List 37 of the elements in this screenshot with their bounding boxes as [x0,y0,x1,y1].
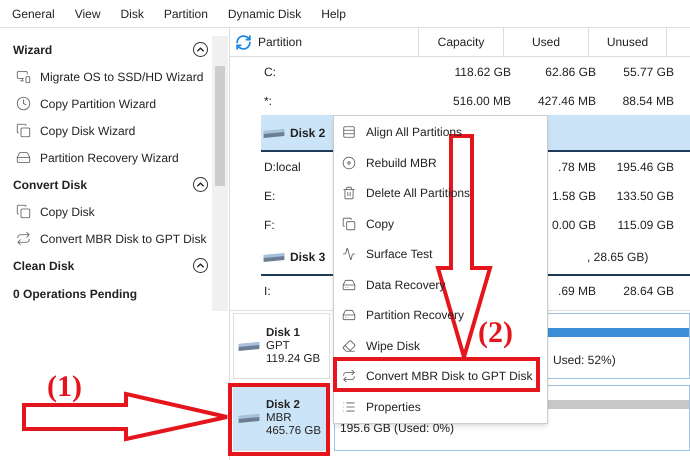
table-cell: 118.62 GB [454,64,511,78]
annotation-label: (2) [478,318,513,348]
disk-style: MBR [266,412,293,424]
disk-name: Disk 1 [266,326,301,340]
table-cell: 28.64 GB [623,284,674,298]
table-cell: .78 MB [558,160,596,174]
disk-name: Disk 2 [290,124,326,142]
disk-size: 465.76 GB [266,424,321,438]
disk-size: 119.24 GB [266,352,320,366]
table-cell: 195.46 GB [616,160,674,174]
table-cell: .69 MB [558,284,596,298]
partition-usage: Used: 52%) [553,352,617,369]
table-cell: 55.77 GB [623,64,674,78]
table-cell: I: [264,284,271,298]
annotation-label: (1) [47,372,82,402]
disk-name: Disk 3 [290,248,326,266]
table-cell: *: [264,94,272,108]
table-cell: 516.00 MB [452,94,511,108]
table-cell: 427.46 MB [538,94,596,108]
partition-usage: 195.6 GB (Used: 0%) [340,420,456,437]
section-title: Wizard [13,42,52,58]
table-cell: 133.50 GB [616,188,674,202]
section-title: Convert Disk [13,176,88,194]
table-cell: 62.86 GB [545,64,596,78]
table-cell: E: [264,188,276,202]
table-cell: C: [264,64,276,78]
pending-operations: 0 Operations Pending [13,286,138,303]
section-title: Clean Disk [13,258,74,274]
disk-style: GPT [266,340,291,352]
disk-name: Disk 2 [266,398,301,412]
table-cell: F: [264,218,275,232]
disk-info: , 28.65 GB) [587,248,648,266]
table-cell: 88.54 MB [622,94,674,108]
table-cell: D:local [264,160,301,174]
table-cell: 1.58 GB [552,188,596,202]
table-cell: 115.09 GB [618,218,674,232]
table-cell: 0.00 GB [552,218,596,232]
